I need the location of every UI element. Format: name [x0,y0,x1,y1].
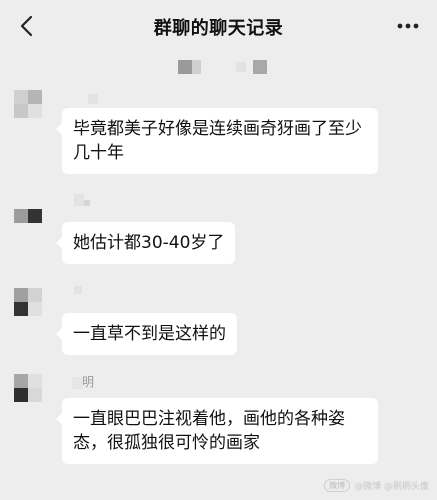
watermark-badge: 微博 [324,479,351,492]
message-text: 一直草不到是这样的 [73,324,226,344]
watermark: 微博 @微博 @刷刷头像 [324,479,429,492]
message-text: 她估计都30-40岁了 [73,233,225,253]
message-bubble[interactable]: 毕竟都美子好像是连续画奇犽画了至少几十年 [56,108,378,174]
sender-name-partial: 明 [82,375,95,389]
more-button[interactable] [393,13,423,39]
avatar[interactable] [14,203,50,227]
message-bubble[interactable]: 一直草不到是这样的 [56,313,237,355]
sender-name [62,92,142,108]
avatar[interactable] [14,374,50,410]
more-dots-icon [397,23,419,29]
sender-name: 明 [62,375,142,391]
avatar[interactable] [14,90,50,126]
message-text: 毕竟都美子好像是连续画奇犽画了至少几十年 [73,119,362,163]
sender-name [62,192,142,208]
avatar[interactable] [14,288,50,316]
page-title: 群聊的聊天记录 [153,18,284,39]
watermark-text: @微博 @刷刷头像 [354,482,429,492]
date-mosaic [178,56,273,76]
header-bar: 群聊的聊天记录 [0,0,437,52]
message-bubble[interactable]: 她估计都30-40岁了 [55,222,236,264]
message-text: 一直眼巴巴注视着他，画他的各种姿态，很孤独很可怜的画家 [73,409,345,453]
message-bubble[interactable]: 一直眼巴巴注视着他，画他的各种姿态，很孤独很可怜的画家 [56,398,378,464]
sender-name [62,284,142,300]
